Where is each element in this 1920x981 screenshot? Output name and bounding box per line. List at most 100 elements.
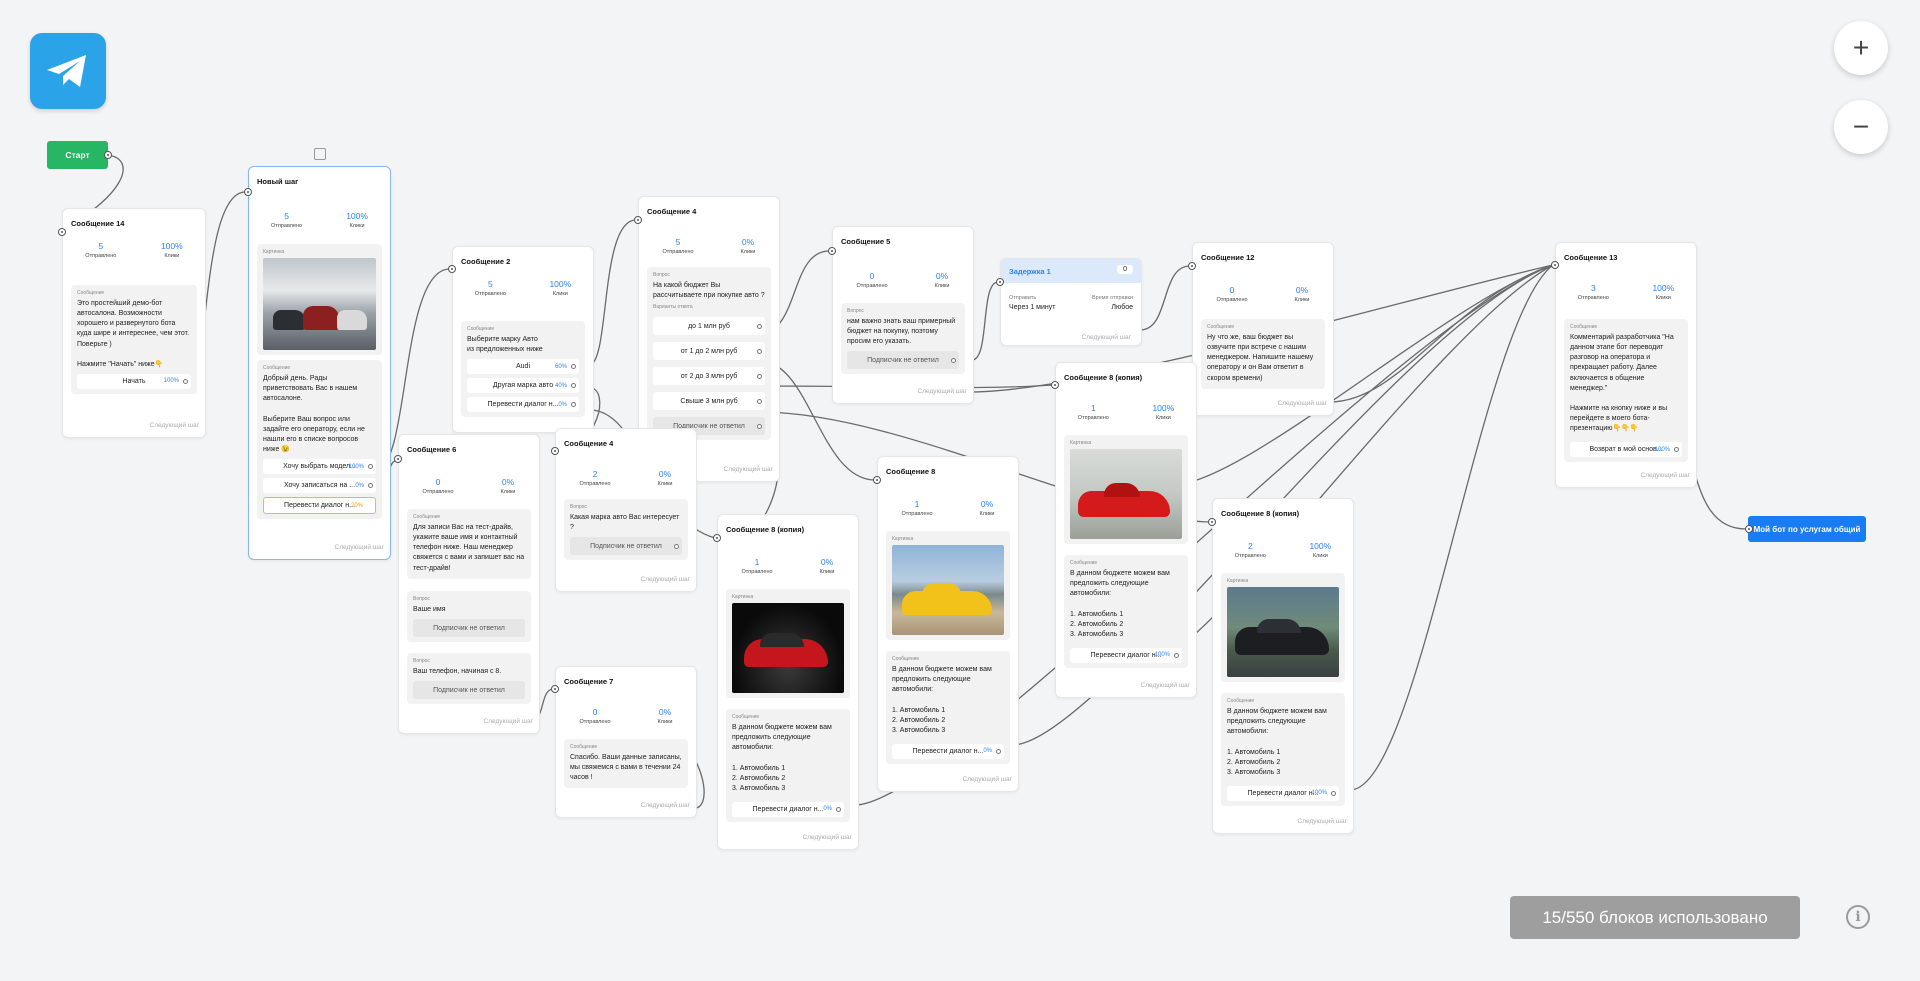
input-port[interactable] bbox=[996, 278, 1004, 286]
input-port[interactable] bbox=[551, 685, 559, 693]
input-port[interactable] bbox=[1745, 525, 1753, 533]
input-port[interactable] bbox=[634, 216, 642, 224]
message-block[interactable]: Сообщение Для записи Вас на тест-драйв, … bbox=[407, 509, 531, 579]
message-block[interactable]: Сообщение В данном бюджете можем вам пре… bbox=[726, 709, 850, 822]
next-step-link[interactable]: Следующий шаг bbox=[1082, 334, 1132, 341]
answer-port[interactable] bbox=[757, 348, 762, 354]
node-message-8-copy-1[interactable]: Сообщение 8 (копия) 1 Отправлено 0% Клики … bbox=[717, 514, 859, 850]
node-delay-1[interactable]: Задержка 1 0 Отправить Через 1 минут Вре… bbox=[1000, 258, 1142, 346]
node-message-8-copy-2[interactable]: Сообщение 8 (копия) 1 Отправлено 100% Клик… bbox=[1055, 362, 1197, 698]
node-message-8-copy-3[interactable]: Сообщение 8 (копия) 2 Отправлено 100% Клик… bbox=[1212, 498, 1354, 834]
picture-block[interactable]: Картинка bbox=[1064, 435, 1188, 544]
answer-port[interactable] bbox=[757, 373, 762, 379]
input-port[interactable] bbox=[1188, 262, 1196, 270]
button-port[interactable] bbox=[183, 378, 188, 384]
no-answer-option[interactable]: Подписчик не ответил bbox=[570, 537, 682, 556]
question-block-name[interactable]: Вопрос Ваше имя Подписчик не ответил bbox=[407, 591, 531, 643]
next-step-link[interactable]: Следующий шаг bbox=[1298, 818, 1348, 825]
no-answer-option[interactable]: Подписчик не ответил bbox=[413, 619, 525, 638]
next-step-link[interactable]: Следующий шаг bbox=[1278, 400, 1328, 407]
input-port[interactable] bbox=[828, 247, 836, 255]
button-port[interactable] bbox=[571, 383, 576, 389]
next-step-link[interactable]: Следующий шаг bbox=[641, 576, 691, 583]
operator-button[interactable]: Перевести диалог н... 20% bbox=[263, 497, 376, 515]
button-port[interactable] bbox=[571, 364, 576, 370]
input-port[interactable] bbox=[551, 447, 559, 455]
message-block[interactable]: Сообщение В данном бюджете можем вам пре… bbox=[1064, 555, 1188, 668]
input-port[interactable] bbox=[1208, 518, 1216, 526]
answer-option[interactable]: от 1 до 2 млн руб bbox=[653, 342, 765, 361]
message-block[interactable]: Сообщение Добрый день. Рады приветствова… bbox=[257, 360, 382, 520]
no-answer-option[interactable]: Подписчик не ответил bbox=[413, 681, 525, 700]
choose-model-button[interactable]: Хочу выбрать модел... 100% bbox=[263, 459, 376, 475]
start-output-port[interactable] bbox=[104, 151, 112, 159]
next-step-link[interactable]: Следующий шаг bbox=[335, 544, 385, 551]
message-block[interactable]: Сообщение Комментарий разработчика "На д… bbox=[1564, 319, 1688, 463]
node-message-7[interactable]: Сообщение 7 0 Отправлено 0% Клики Сообщени… bbox=[555, 666, 697, 818]
button-port[interactable] bbox=[836, 806, 841, 812]
next-step-link[interactable]: Следующий шаг bbox=[803, 834, 853, 841]
connection-line[interactable] bbox=[1329, 264, 1554, 403]
other-brand-button[interactable]: Другая марка авто 40% bbox=[467, 378, 579, 394]
zoom-in-button[interactable]: + bbox=[1834, 21, 1888, 75]
node-message-2[interactable]: Сообщение 2 5 Отправлено 100% Клики Сообще… bbox=[452, 246, 594, 433]
answer-port[interactable] bbox=[757, 323, 762, 329]
question-block[interactable]: Вопрос нам важно знать ваш примерный бюд… bbox=[841, 303, 965, 375]
button-port[interactable] bbox=[1674, 447, 1679, 453]
input-port[interactable] bbox=[1051, 381, 1059, 389]
answer-option[interactable]: от 2 до 3 млн руб bbox=[653, 367, 765, 386]
message-block[interactable]: Сообщение Ну что же, ваш бюджет вы озвуч… bbox=[1201, 319, 1325, 389]
connection-line[interactable] bbox=[589, 219, 637, 366]
operator-button[interactable]: Перевести диалог н... 100% bbox=[1070, 647, 1182, 663]
input-port[interactable] bbox=[1551, 261, 1559, 269]
node-message-6[interactable]: Сообщение 6 0 Отправлено 0% Клики Сообщени… bbox=[398, 434, 540, 734]
connection-line[interactable] bbox=[1349, 264, 1554, 791]
picture-block[interactable]: Картинка bbox=[726, 589, 850, 698]
input-port[interactable] bbox=[713, 534, 721, 542]
question-block[interactable]: Вопрос Какая марка авто Вас интересует ?… bbox=[564, 499, 688, 561]
button-port[interactable] bbox=[571, 402, 576, 408]
picture-block[interactable]: Картинка bbox=[886, 531, 1010, 640]
next-step-link[interactable]: Следующий шаг bbox=[641, 802, 691, 809]
next-step-link[interactable]: Следующий шаг bbox=[1141, 682, 1191, 689]
answer-option[interactable]: до 1 млн руб bbox=[653, 317, 765, 336]
input-port[interactable] bbox=[58, 228, 66, 236]
picture-block[interactable]: Картинка bbox=[257, 244, 382, 355]
start-button[interactable]: Начать 100% bbox=[77, 373, 191, 389]
input-port[interactable] bbox=[448, 265, 456, 273]
button-port[interactable] bbox=[1174, 652, 1179, 658]
edit-icon[interactable] bbox=[314, 148, 326, 160]
answer-port[interactable] bbox=[951, 357, 956, 363]
node-message-5[interactable]: Сообщение 5 0 Отправлено 0% Клики Вопрос н… bbox=[832, 226, 974, 404]
message-block[interactable]: Сообщение Выберите марку Авто из предлож… bbox=[461, 321, 585, 418]
input-port[interactable] bbox=[394, 455, 402, 463]
connection-line[interactable] bbox=[1139, 265, 1191, 331]
answer-option[interactable]: Свыше 3 млн руб bbox=[653, 392, 765, 411]
node-message-4-brand[interactable]: Сообщение 4 2 Отправлено 0% Клики Вопрос К… bbox=[555, 428, 697, 592]
start-node[interactable]: Старт bbox=[47, 141, 108, 169]
answer-port[interactable] bbox=[757, 398, 762, 404]
operator-button[interactable]: Перевести диалог н... 0% bbox=[892, 743, 1004, 759]
message-block[interactable]: Сообщение В данном бюджете можем вам пре… bbox=[886, 651, 1010, 764]
info-icon[interactable]: i bbox=[1846, 905, 1870, 929]
zoom-out-button[interactable]: − bbox=[1834, 100, 1888, 154]
question-block-phone[interactable]: Вопрос Ваш телефон, начиная с 8. Подписч… bbox=[407, 653, 531, 705]
message-block[interactable]: Сообщение В данном бюджете можем вам пре… bbox=[1221, 693, 1345, 806]
connection-line[interactable] bbox=[971, 281, 999, 361]
node-message-13[interactable]: Сообщение 13 3 Отправлено 100% Клики Сообщ… bbox=[1555, 242, 1697, 488]
input-port[interactable] bbox=[873, 476, 881, 484]
no-answer-option[interactable]: Подписчик не ответил bbox=[847, 351, 959, 370]
button-port[interactable] bbox=[1331, 790, 1336, 796]
test-drive-button[interactable]: Хочу записаться на ... 0% bbox=[263, 478, 376, 494]
node-new-step[interactable]: Новый шаг 5 Отправлено 100% Клики Картинка… bbox=[248, 166, 391, 560]
answer-port[interactable] bbox=[674, 543, 679, 549]
next-step-link[interactable]: Следующий шаг bbox=[484, 718, 534, 725]
answer-port[interactable] bbox=[757, 423, 762, 429]
next-step-link[interactable]: Следующий шаг bbox=[1641, 472, 1691, 479]
node-message-12[interactable]: Сообщение 12 0 Отправлено 0% Клики Сообщен… bbox=[1192, 242, 1334, 416]
next-step-link[interactable]: Следующий шаг bbox=[918, 388, 968, 395]
return-button[interactable]: Возврат в мой основ... 100% bbox=[1570, 442, 1682, 458]
operator-button[interactable]: Перевести диалог н... 0% bbox=[732, 801, 844, 817]
question-block[interactable]: Вопрос На какой бюджет Вы рассчитываете … bbox=[647, 267, 771, 441]
telegram-logo[interactable] bbox=[30, 33, 106, 109]
